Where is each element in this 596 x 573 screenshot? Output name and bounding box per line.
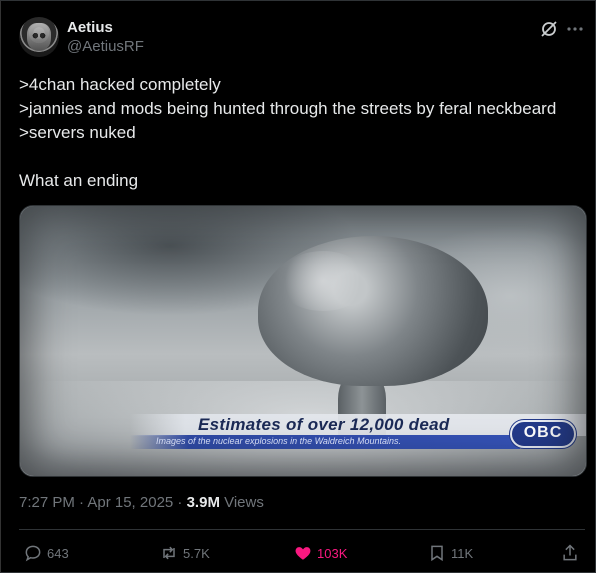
bookmark-count: 11K — [451, 545, 474, 561]
views-label: Views — [219, 494, 264, 511]
author-name[interactable]: Aetius — [67, 19, 113, 36]
repost-icon — [163, 546, 175, 560]
reply-icon — [25, 545, 41, 562]
tweet-line: >4chan hacked completely — [19, 75, 221, 94]
share-icon — [563, 544, 577, 561]
reply-button[interactable]: 643 — [23, 541, 69, 565]
avatar[interactable] — [19, 17, 59, 57]
tweet-media-image[interactable]: Estimates of over 12,000 dead Images of … — [19, 205, 587, 477]
tweet-closing-line: What an ending — [19, 171, 139, 190]
heart-icon — [295, 547, 311, 560]
tweet-header: Aetius @AetiusRF — [19, 17, 589, 61]
reply-count: 643 — [47, 545, 69, 561]
more-icon[interactable] — [565, 19, 585, 39]
bookmark-button[interactable]: 11K — [427, 541, 473, 565]
repost-button[interactable]: 5.7K — [159, 541, 210, 565]
tweet-meta: 7:27 PM · Apr 15, 2025 · 3.9M Views — [19, 494, 264, 511]
grok-icon[interactable] — [539, 19, 559, 39]
divider — [19, 529, 585, 530]
timestamp[interactable]: 7:27 PM · Apr 15, 2025 · — [19, 494, 187, 511]
like-button[interactable]: 103K — [293, 541, 347, 565]
tweet-line: >jannies and mods being hunted through t… — [19, 99, 557, 118]
action-bar: 643 5.7K 103K 11K — [19, 541, 585, 565]
author-handle[interactable]: @AetiusRF — [67, 38, 144, 55]
repost-count: 5.7K — [183, 545, 210, 561]
bookmark-icon — [431, 545, 443, 562]
like-count: 103K — [317, 545, 348, 561]
tweet-card: Aetius @AetiusRF >4chan hacked completel… — [0, 0, 596, 573]
tweet-line: >servers nuked — [19, 123, 136, 142]
tweet-text: >4chan hacked completely >jannies and mo… — [19, 73, 584, 193]
views-count: 3.9M — [186, 494, 220, 511]
share-button[interactable] — [560, 541, 580, 565]
